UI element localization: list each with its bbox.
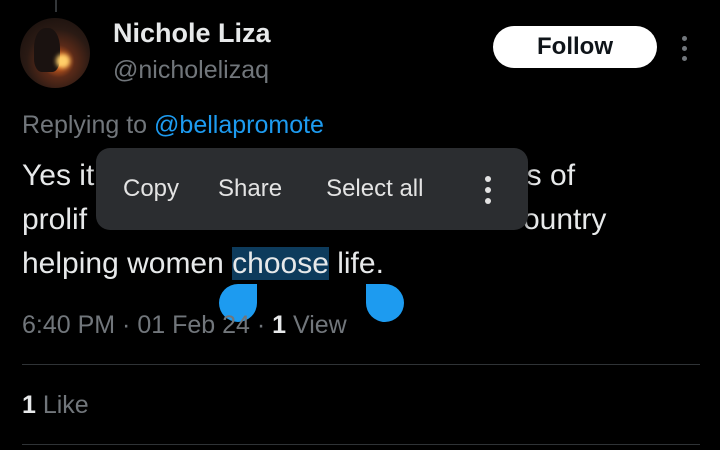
replying-to: Replying to @bellapromote: [22, 111, 324, 140]
share-menu-item[interactable]: Share: [179, 175, 282, 203]
view-label[interactable]: View: [286, 311, 347, 339]
tweet-line-3: helping women choose life.: [22, 242, 682, 286]
dot: [485, 198, 491, 204]
tweet-line-1-start: Yes it: [22, 159, 95, 192]
tweet-line-3-before: helping women: [22, 247, 233, 280]
tweet-line-2-start: prolif: [22, 203, 88, 236]
author-handle[interactable]: @nicholelizaq: [113, 56, 269, 85]
avatar-silhouette: [34, 28, 60, 72]
separator: ·: [249, 311, 273, 339]
follow-button[interactable]: Follow: [493, 26, 657, 68]
selection-handle-end[interactable]: [366, 284, 404, 322]
tweet-date: 01 Feb 24: [137, 311, 250, 339]
avatar[interactable]: [20, 18, 90, 88]
separator: ·: [115, 311, 138, 339]
replying-mention-link[interactable]: @bellapromote: [154, 111, 324, 139]
author-name[interactable]: Nichole Liza: [113, 18, 271, 49]
dot: [681, 56, 687, 61]
copy-menu-item[interactable]: Copy: [96, 175, 179, 203]
text-selection-menu: Copy Share Select all: [96, 148, 528, 230]
more-options-icon[interactable]: [672, 36, 696, 64]
dot: [485, 176, 491, 182]
selected-text[interactable]: choose: [232, 247, 329, 280]
select-all-menu-item[interactable]: Select all: [282, 175, 423, 203]
likes-stat[interactable]: 1 Like: [22, 391, 89, 420]
tweet-meta: 6:40 PM · 01 Feb 24 · 1 View: [22, 311, 347, 340]
thread-connector-line: [55, 0, 57, 12]
replying-prefix: Replying to: [22, 111, 155, 139]
more-vertical-icon[interactable]: [479, 176, 497, 206]
view-count[interactable]: 1: [272, 311, 286, 339]
tweet-line-3-after: life.: [328, 247, 384, 280]
tweet-time: 6:40 PM: [22, 311, 116, 339]
avatar-sunset-glow: [56, 54, 70, 68]
dot: [485, 187, 491, 193]
like-label: Like: [35, 391, 89, 419]
like-count: 1: [22, 391, 36, 419]
dot: [681, 46, 687, 51]
divider: [22, 444, 700, 445]
dot: [681, 36, 687, 41]
divider: [22, 364, 700, 365]
